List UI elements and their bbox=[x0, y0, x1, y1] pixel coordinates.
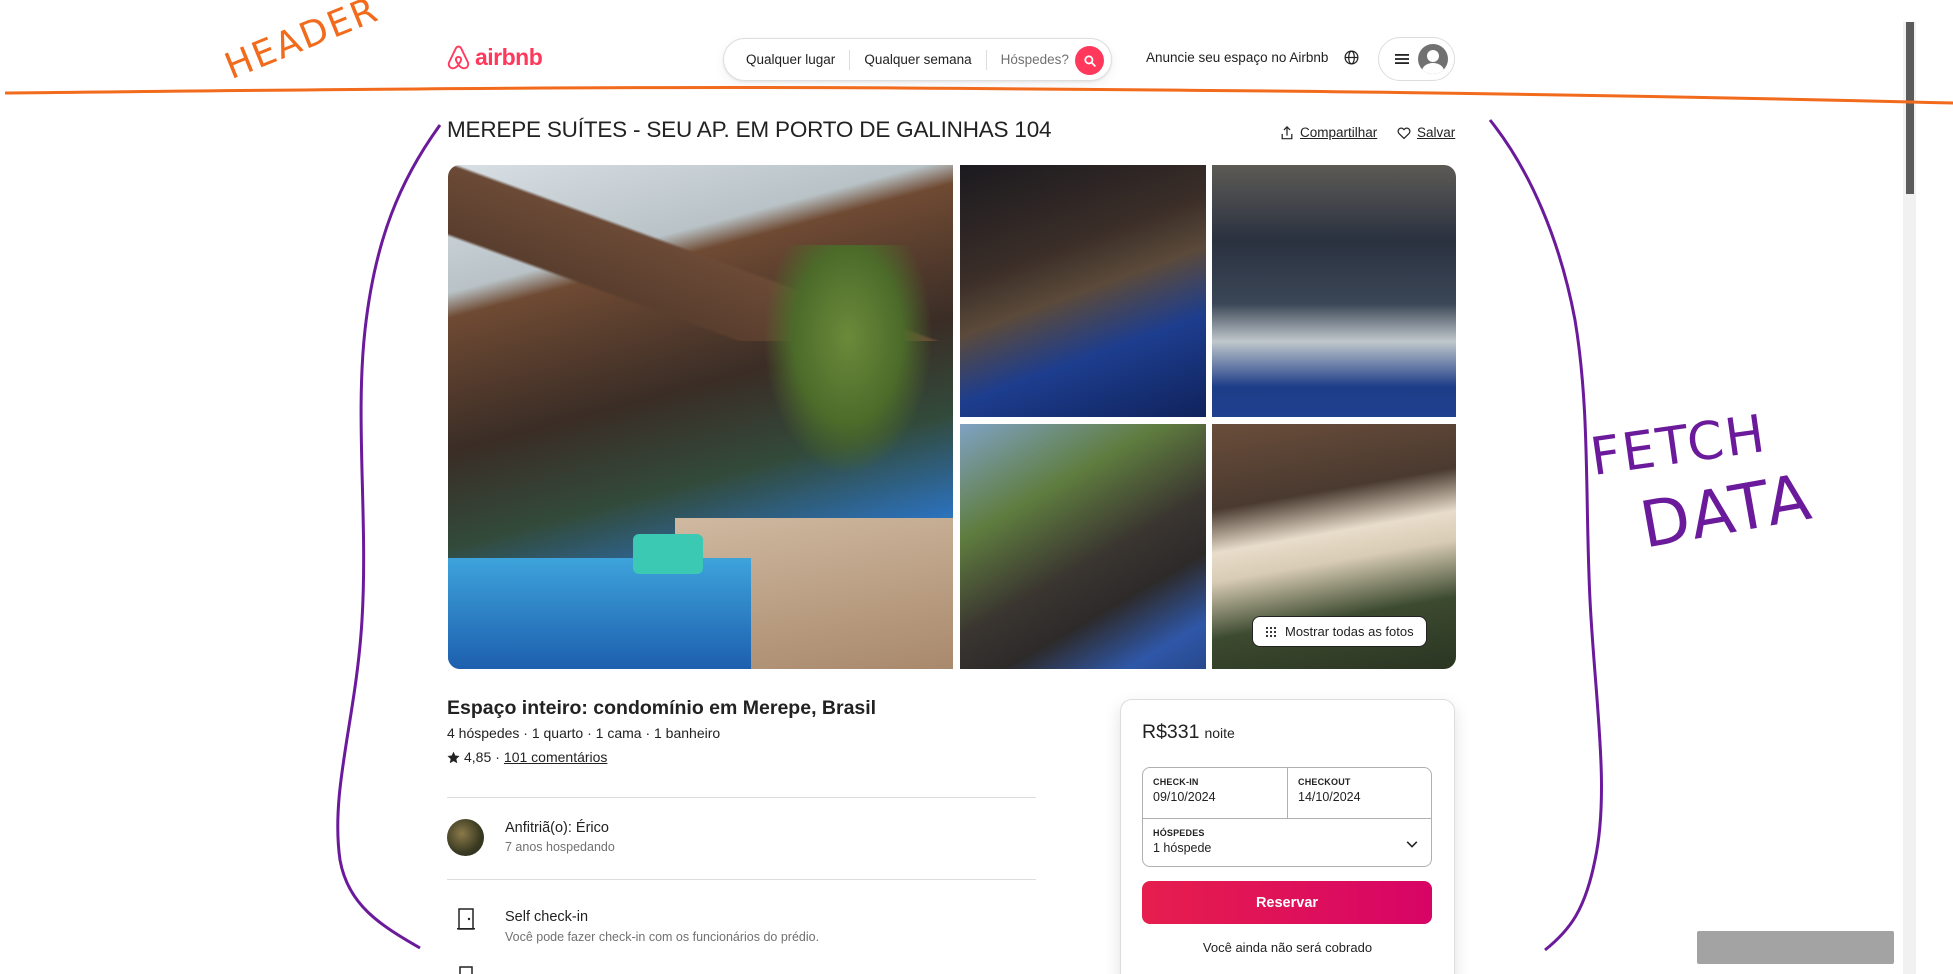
grey-overlay-box bbox=[1697, 931, 1894, 964]
date-guest-picker: CHECK-IN 09/10/2024 CHECKOUT 14/10/2024 … bbox=[1142, 767, 1432, 867]
booking-card: R$331 noite CHECK-IN 09/10/2024 CHECKOUT… bbox=[1120, 699, 1455, 974]
search-divider bbox=[985, 49, 987, 70]
listing-meta: 4 hóspedes · 1 quarto · 1 cama · 1 banhe… bbox=[447, 725, 721, 741]
no-charge-note: Você ainda não será cobrado bbox=[1202, 940, 1373, 955]
search-icon bbox=[1083, 54, 1096, 67]
door-icon bbox=[457, 908, 475, 935]
page: airbnb Qualquer lugar Qualquer semana Hó… bbox=[0, 0, 1953, 974]
main-photo[interactable] bbox=[448, 165, 953, 669]
header-annotation: HEADER bbox=[219, 0, 385, 88]
checkout-field[interactable]: CHECKOUT 14/10/2024 bbox=[1288, 768, 1433, 818]
price-row: R$331 noite bbox=[1142, 721, 1235, 744]
listing-title: MEREPE SUÍTES - SEU AP. EM PORTO DE GALI… bbox=[447, 117, 1052, 142]
menu-icon bbox=[1395, 54, 1409, 64]
save-button[interactable]: Salvar bbox=[1397, 125, 1455, 140]
checkout-value: 14/10/2024 bbox=[1298, 790, 1361, 804]
logo-text: airbnb bbox=[475, 44, 543, 70]
share-label: Compartilhar bbox=[1300, 125, 1378, 140]
save-label: Salvar bbox=[1417, 125, 1456, 140]
price-value: R$331 bbox=[1142, 721, 1200, 743]
become-host-link[interactable]: Anuncie seu espaço no Airbnb bbox=[1146, 50, 1328, 65]
airbnb-logo-icon bbox=[447, 45, 470, 70]
language-button[interactable] bbox=[1344, 50, 1359, 70]
user-menu-button[interactable] bbox=[1378, 37, 1455, 81]
checkout-label: CHECKOUT bbox=[1298, 777, 1351, 787]
feature-title: Self check-in bbox=[505, 909, 589, 925]
search-bar[interactable]: Qualquer lugar Qualquer semana Hóspedes? bbox=[723, 38, 1112, 81]
feature-icon bbox=[457, 962, 475, 974]
host-years: 7 anos hospedando bbox=[505, 840, 615, 854]
airbnb-logo[interactable]: airbnb bbox=[446, 44, 543, 71]
search-week[interactable]: Qualquer semana bbox=[864, 52, 971, 67]
gallery-photo-3[interactable] bbox=[1212, 165, 1456, 417]
divider bbox=[447, 879, 1036, 880]
listing-type: Espaço inteiro: condomínio em Merepe, Br… bbox=[447, 697, 877, 719]
search-guests[interactable]: Hóspedes? bbox=[1001, 52, 1069, 67]
right-bracket bbox=[1488, 119, 1603, 952]
guests-field[interactable]: HÓSPEDES 1 hóspede bbox=[1143, 818, 1431, 868]
guests-label: HÓSPEDES bbox=[1153, 828, 1205, 838]
header-underline bbox=[4, 85, 1953, 105]
rating-value: 4,85 bbox=[464, 749, 492, 765]
host-avatar[interactable] bbox=[447, 819, 484, 856]
share-icon bbox=[1281, 125, 1293, 139]
data-annotation: DATA bbox=[1634, 460, 1818, 564]
gallery-photo-4[interactable] bbox=[960, 424, 1206, 669]
globe-icon bbox=[1344, 50, 1359, 65]
price-unit: noite bbox=[1204, 725, 1235, 741]
show-all-photos-label: Mostrar todas as fotos bbox=[1285, 624, 1414, 639]
divider bbox=[447, 797, 1036, 798]
chevron-down-icon bbox=[1406, 841, 1418, 848]
photo-detail bbox=[633, 534, 703, 574]
scrollbar-thumb[interactable] bbox=[1906, 22, 1914, 194]
left-bracket bbox=[336, 124, 442, 950]
photo-detail bbox=[763, 245, 933, 475]
checkin-field[interactable]: CHECK-IN 09/10/2024 bbox=[1143, 768, 1288, 818]
checkin-value: 09/10/2024 bbox=[1153, 790, 1216, 804]
rating-row: 4,85 · 101 comentários bbox=[447, 749, 607, 765]
reserve-button[interactable]: Reservar bbox=[1142, 881, 1432, 924]
grid-icon bbox=[1265, 626, 1277, 637]
reviews-link[interactable]: 101 comentários bbox=[504, 749, 608, 765]
checkin-label: CHECK-IN bbox=[1153, 777, 1199, 787]
rating-separator: · bbox=[495, 749, 500, 765]
heart-icon bbox=[1397, 127, 1411, 139]
show-all-photos-button[interactable]: Mostrar todas as fotos bbox=[1252, 616, 1427, 647]
search-place[interactable]: Qualquer lugar bbox=[746, 52, 835, 67]
share-button[interactable]: Compartilhar bbox=[1280, 125, 1377, 140]
host-name: Anfitriã(o): Érico bbox=[505, 820, 609, 836]
user-avatar-icon bbox=[1418, 44, 1448, 74]
star-icon bbox=[447, 751, 460, 763]
feature-desc: Você pode fazer check-in com os funcioná… bbox=[505, 930, 820, 944]
gallery-photo-2[interactable] bbox=[960, 165, 1206, 417]
search-button[interactable] bbox=[1075, 46, 1104, 75]
photo-detail bbox=[448, 558, 751, 669]
search-divider bbox=[849, 49, 851, 70]
guests-value: 1 hóspede bbox=[1153, 841, 1212, 855]
